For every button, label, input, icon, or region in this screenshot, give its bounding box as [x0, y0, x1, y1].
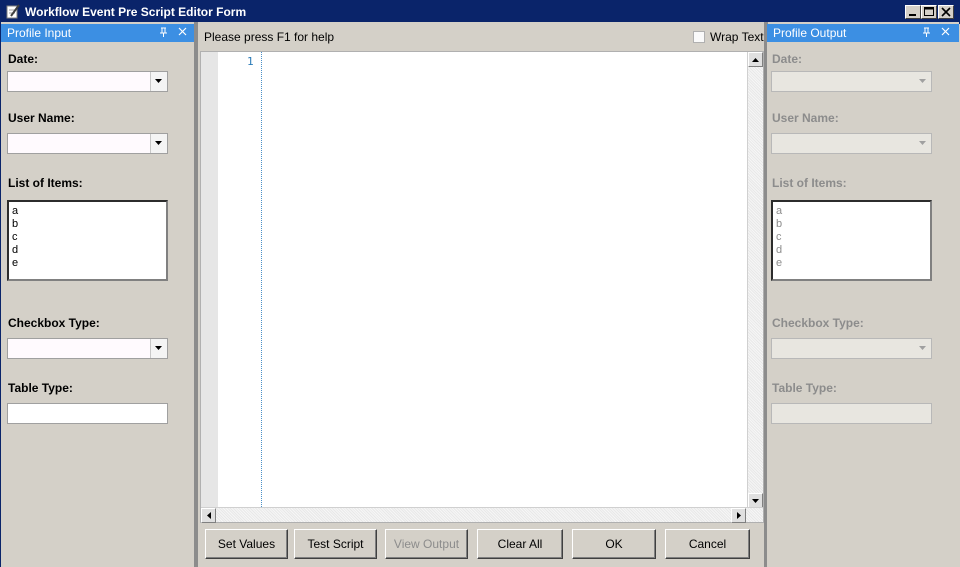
- chevron-down-icon: [914, 339, 931, 358]
- pin-icon[interactable]: [159, 27, 168, 41]
- gutter-divider: [261, 52, 262, 507]
- table-type-input: [771, 403, 932, 424]
- checkbox-type-combobox[interactable]: [7, 338, 168, 359]
- list-item: a: [776, 205, 783, 217]
- list-item[interactable]: c: [12, 231, 163, 244]
- minimize-button[interactable]: [905, 5, 921, 19]
- close-icon: [941, 7, 951, 17]
- date-combobox[interactable]: [7, 71, 168, 92]
- panel-title: Profile Input: [7, 26, 72, 40]
- username-combobox[interactable]: [7, 133, 168, 154]
- profile-output-header: Profile Output: [767, 24, 959, 42]
- list-of-items-listbox: a b c d e: [771, 200, 932, 281]
- test-script-button[interactable]: Test Script: [294, 529, 377, 559]
- panel-title: Profile Output: [773, 26, 847, 40]
- list-item: c: [776, 231, 782, 243]
- list-item: e: [776, 257, 783, 269]
- panel-close-icon[interactable]: [178, 26, 188, 40]
- profile-input-header: Profile Input: [1, 24, 195, 42]
- ok-button[interactable]: OK: [572, 529, 656, 559]
- scroll-up-icon[interactable]: [748, 52, 763, 67]
- scroll-right-icon[interactable]: [731, 508, 746, 523]
- notepad-pencil-icon: [6, 4, 20, 19]
- scroll-left-icon[interactable]: [201, 508, 216, 523]
- view-output-button[interactable]: View Output: [385, 529, 468, 559]
- close-button[interactable]: [938, 5, 954, 19]
- set-values-button[interactable]: Set Values: [205, 529, 288, 559]
- pin-icon[interactable]: [922, 27, 931, 41]
- editor-margin: [201, 52, 218, 522]
- vertical-scrollbar[interactable]: [747, 52, 763, 508]
- window-title: Workflow Event Pre Script Editor Form: [25, 5, 247, 19]
- line-number: 1: [247, 55, 254, 68]
- chevron-down-icon: [914, 72, 931, 91]
- panel-close-icon[interactable]: [941, 26, 951, 40]
- wrap-text-checkbox[interactable]: [693, 31, 705, 43]
- list-item[interactable]: b: [12, 218, 163, 231]
- maximize-button[interactable]: [921, 5, 937, 19]
- scroll-down-icon[interactable]: [748, 493, 763, 508]
- list-of-items-listbox[interactable]: a b c d e: [7, 200, 168, 281]
- list-of-items-label: List of Items:: [8, 176, 83, 190]
- username-label: User Name:: [8, 111, 75, 125]
- chevron-down-icon[interactable]: [150, 134, 167, 153]
- cancel-button[interactable]: Cancel: [665, 529, 750, 559]
- list-item: b: [776, 218, 783, 230]
- script-editor-area: Please press F1 for help Wrap Text 1 Set…: [198, 24, 766, 567]
- checkbox-type-combobox: [771, 338, 932, 359]
- table-type-label: Table Type:: [772, 381, 837, 395]
- date-label: Date:: [772, 52, 803, 66]
- profile-input-panel: Profile Input Date: User Name: List of I…: [1, 24, 195, 567]
- table-type-label: Table Type:: [8, 381, 73, 395]
- chevron-down-icon[interactable]: [150, 72, 167, 91]
- list-item: d: [776, 244, 783, 256]
- chevron-down-icon[interactable]: [150, 339, 167, 358]
- minimize-icon: [908, 7, 918, 17]
- list-of-items-label: List of Items:: [772, 176, 847, 190]
- code-editor[interactable]: 1: [200, 51, 764, 523]
- username-label: User Name:: [772, 111, 839, 125]
- list-item[interactable]: a: [12, 205, 163, 218]
- help-text: Please press F1 for help: [204, 30, 335, 44]
- list-item[interactable]: d: [12, 244, 163, 257]
- maximize-icon: [924, 7, 934, 17]
- table-type-input[interactable]: [7, 403, 168, 424]
- horizontal-scrollbar[interactable]: [201, 507, 763, 523]
- checkbox-type-label: Checkbox Type:: [772, 316, 864, 330]
- chevron-down-icon: [914, 134, 931, 153]
- list-item[interactable]: e: [12, 257, 163, 270]
- clear-all-button[interactable]: Clear All: [477, 529, 563, 559]
- editor-window: Workflow Event Pre Script Editor Form Pr…: [0, 0, 960, 567]
- username-combobox: [771, 133, 932, 154]
- wrap-text-label[interactable]: Wrap Text: [710, 30, 764, 44]
- checkbox-type-label: Checkbox Type:: [8, 316, 100, 330]
- profile-output-panel: Profile Output Date: User Name: List of …: [767, 24, 960, 567]
- date-combobox: [771, 71, 932, 92]
- date-label: Date:: [8, 52, 39, 66]
- title-bar: Workflow Event Pre Script Editor Form: [1, 1, 959, 22]
